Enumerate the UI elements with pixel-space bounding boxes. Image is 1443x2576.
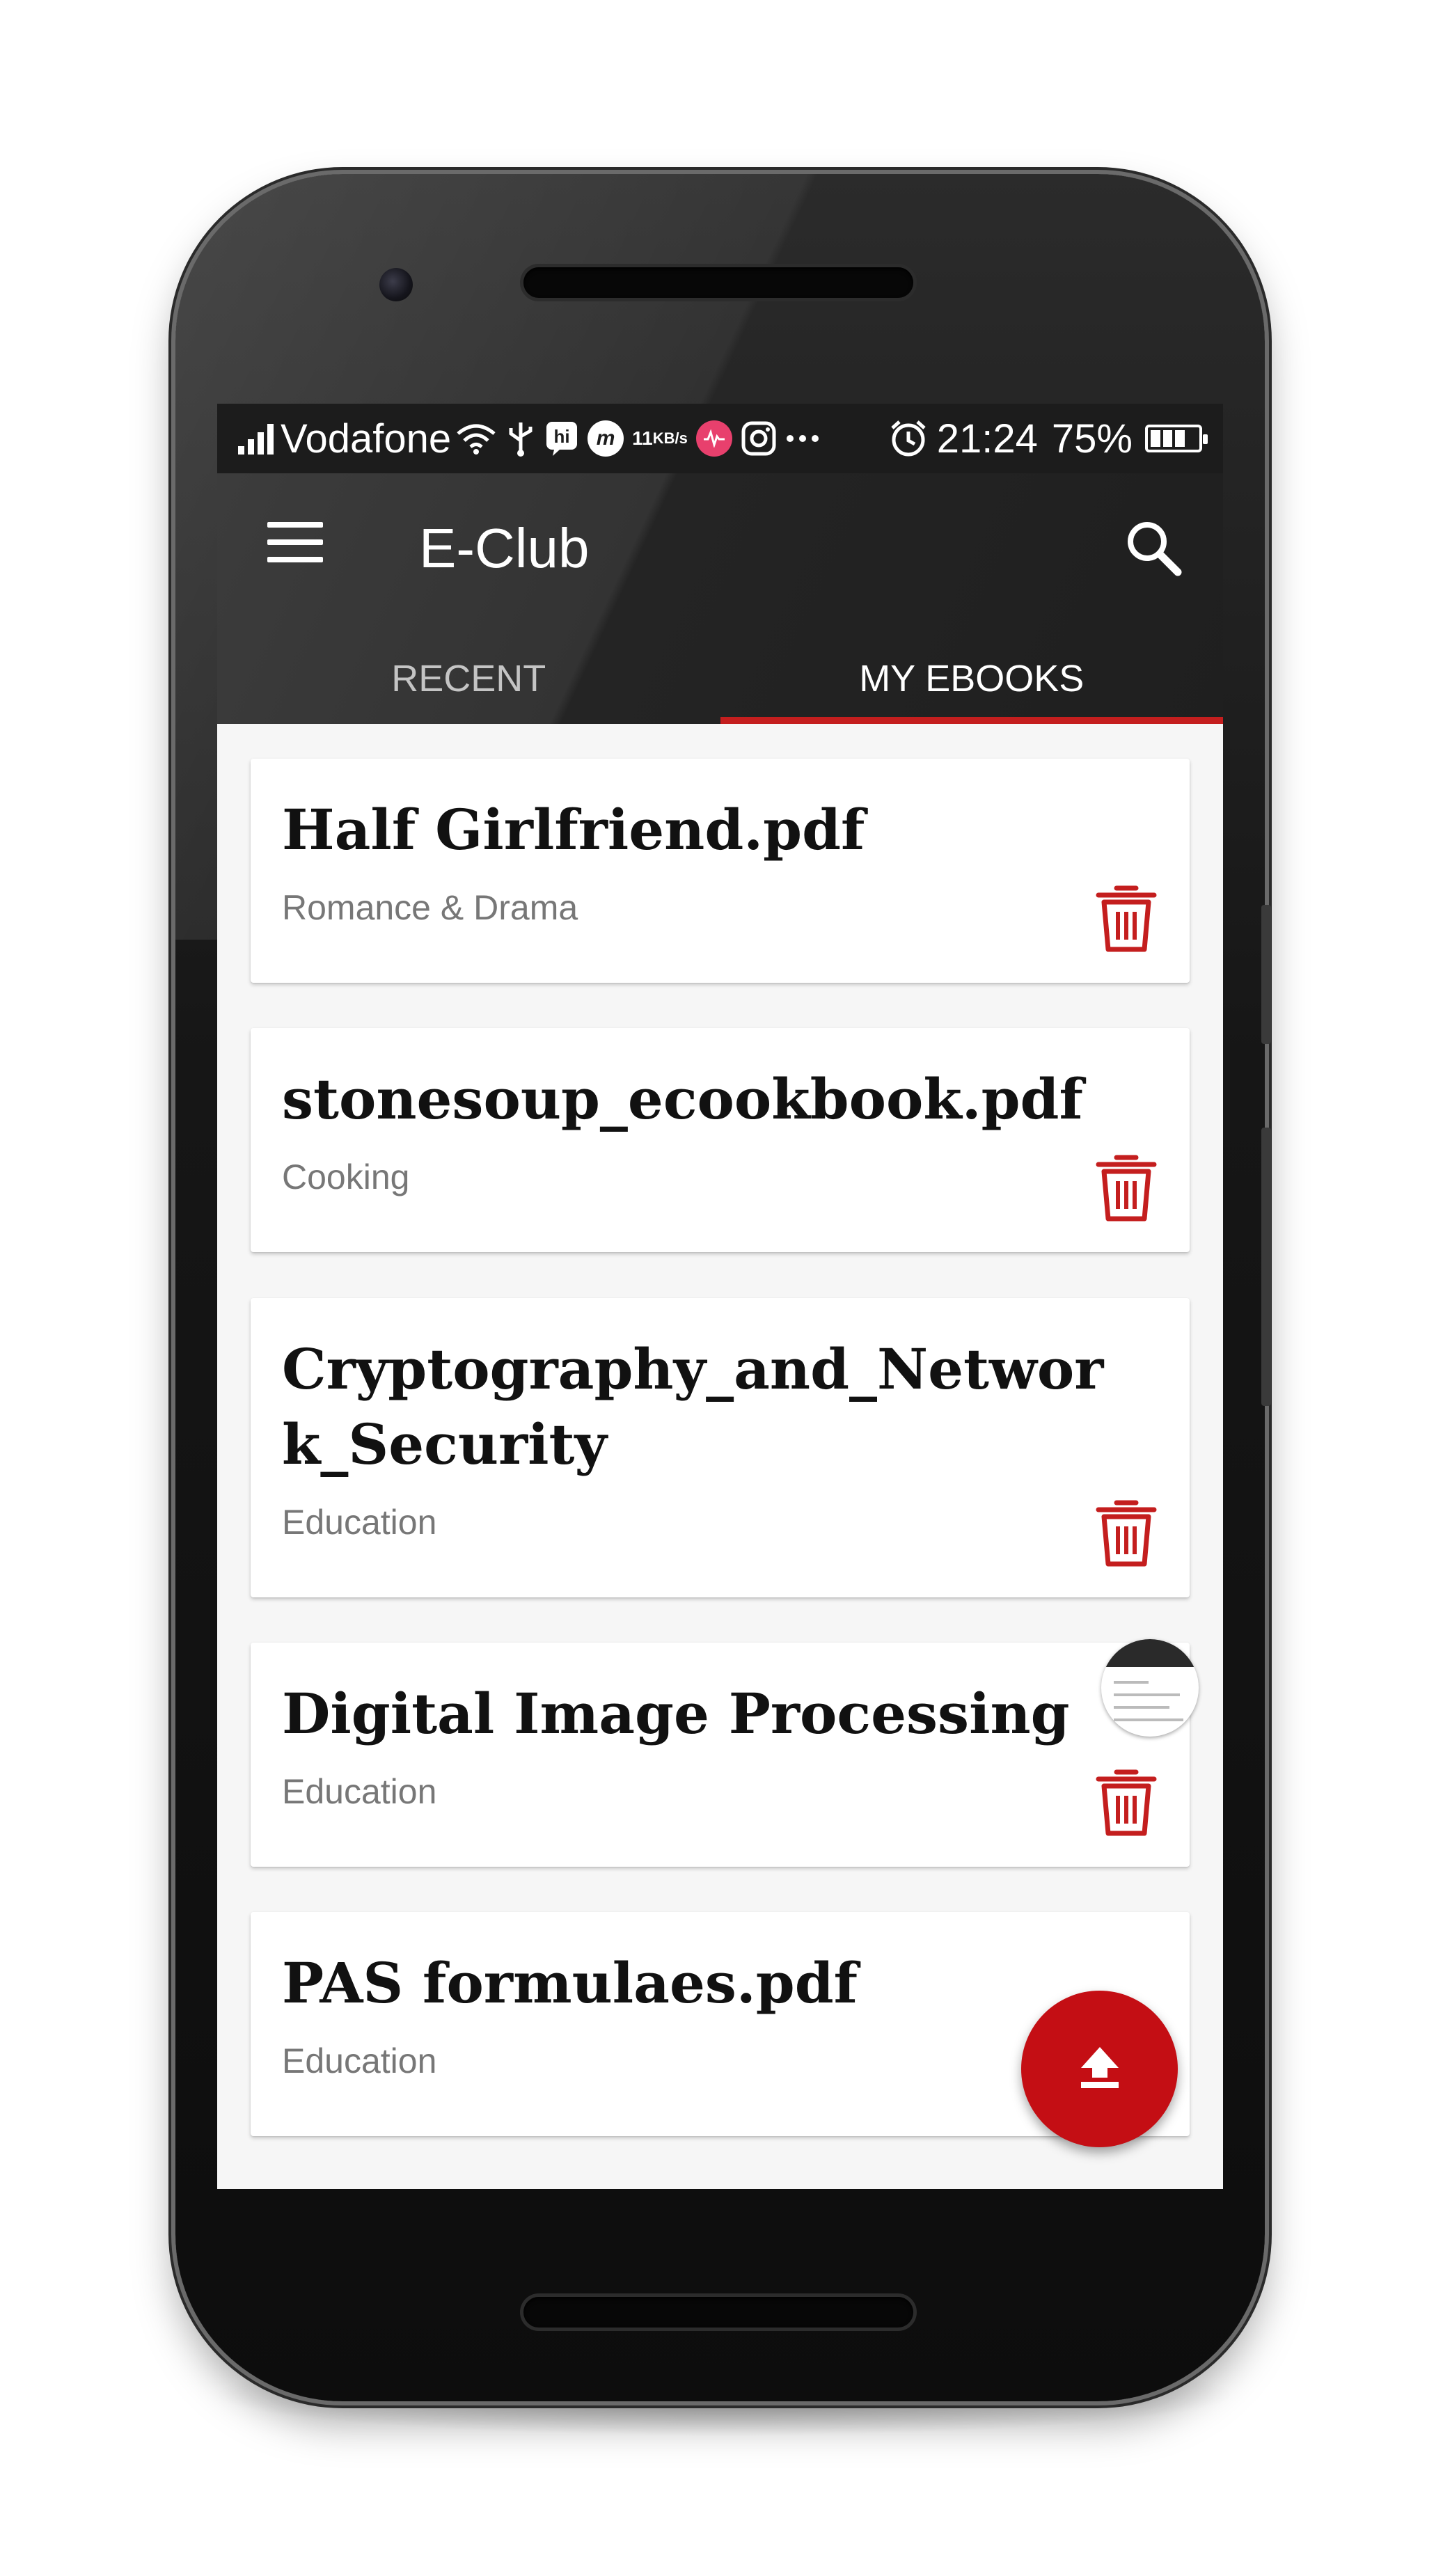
wifi-icon (455, 421, 497, 456)
phone-screen: Vodafone hi m 11 KB/s 21:24 75% E-Club R… (217, 404, 1223, 2189)
power-button (1261, 1128, 1271, 1406)
ebook-category: Romance & Drama (282, 888, 578, 927)
volume-button (1261, 905, 1271, 1044)
earpiece-speaker (523, 267, 913, 298)
svg-text:hi: hi (554, 426, 570, 447)
status-bar: Vodafone hi m 11 KB/s 21:24 75% (217, 404, 1223, 473)
ebook-card[interactable]: Cryptography_and_Network_Security Educat… (251, 1298, 1190, 1597)
ebook-title: PAS formulaes.pdf (282, 1950, 858, 2016)
trash-icon[interactable] (1093, 1765, 1160, 1838)
hike-icon: hi (544, 420, 579, 457)
ebook-card[interactable]: stonesoup_ecookbook.pdf Cooking (251, 1028, 1190, 1252)
app-title: E-Club (419, 517, 590, 579)
ebook-title: Half Girlfriend.pdf (282, 797, 865, 862)
battery-icon (1145, 425, 1208, 452)
bottom-speaker (523, 2297, 913, 2328)
network-speed: 11 KB/s (632, 427, 688, 449)
signal-icon (238, 422, 274, 455)
carrier-name: Vodafone (281, 416, 452, 461)
ebook-title: Cryptography_and_Network_Security (282, 1336, 1104, 1477)
more-icon (785, 434, 820, 443)
search-icon[interactable] (1122, 516, 1185, 579)
upload-icon (1075, 2043, 1124, 2095)
tab-bar: RECENT MY EBOOKS (217, 633, 1223, 724)
ebook-category: Education (282, 1772, 437, 1811)
upload-button[interactable] (1021, 1991, 1178, 2147)
app-bar: E-Club RECENT MY EBOOKS (217, 473, 1223, 724)
trash-icon[interactable] (1093, 1496, 1160, 1568)
ebook-category: Cooking (282, 1157, 410, 1196)
tab-recent[interactable]: RECENT (217, 633, 720, 724)
clock-time: 21:24 (936, 416, 1038, 461)
menu-icon[interactable] (267, 522, 323, 564)
net-speed-value: 11 (632, 427, 653, 449)
ebook-card[interactable]: Digital Image Processing Education (251, 1643, 1190, 1867)
ebook-title: stonesoup_ecookbook.pdf (282, 1066, 1083, 1132)
alarm-icon (888, 418, 929, 459)
ebook-card[interactable]: Half Girlfriend.pdf Romance & Drama (251, 759, 1190, 983)
usb-icon (505, 420, 536, 457)
m-app-icon: m (588, 420, 624, 457)
musically-icon (695, 420, 732, 457)
front-camera (379, 268, 413, 301)
floating-preview-bubble[interactable] (1101, 1639, 1199, 1737)
trash-icon[interactable] (1093, 881, 1160, 954)
net-speed-unit: KB/s (652, 429, 688, 447)
battery-percent: 75% (1051, 416, 1133, 461)
instagram-icon (741, 420, 777, 457)
trash-icon[interactable] (1093, 1151, 1160, 1223)
ebook-title: Digital Image Processing (282, 1681, 1070, 1746)
tab-my-ebooks[interactable]: MY EBOOKS (720, 633, 1224, 724)
ebook-category: Education (282, 2041, 437, 2080)
ebook-category: Education (282, 1503, 437, 1542)
